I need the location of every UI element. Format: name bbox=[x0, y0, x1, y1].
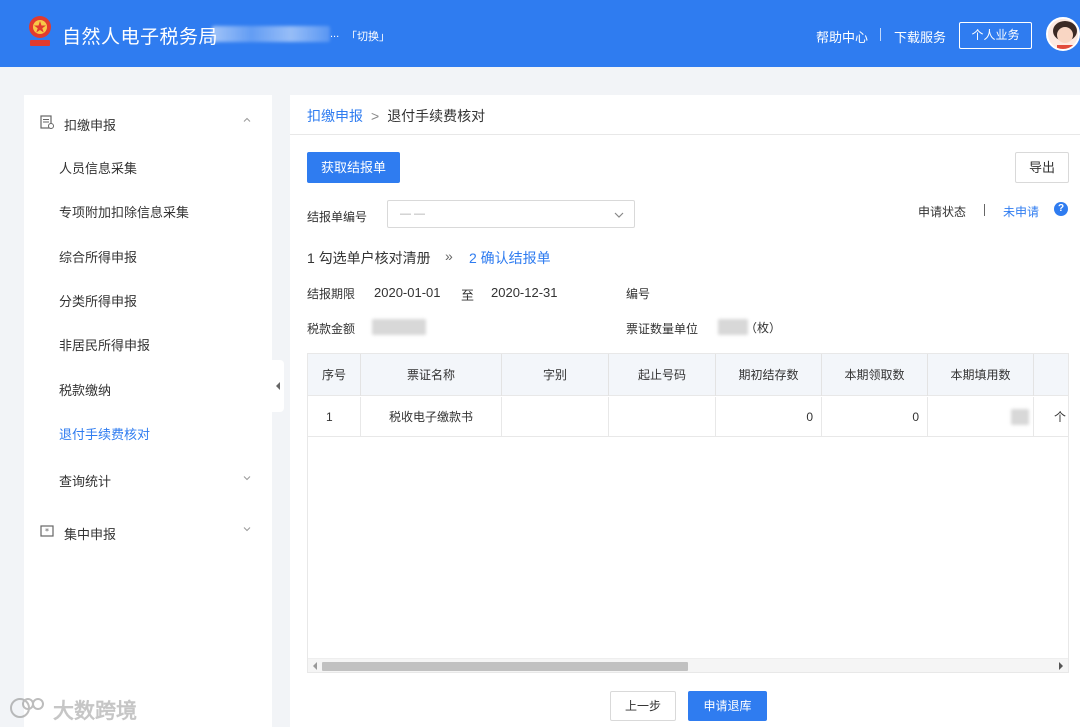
redacted-used-count bbox=[1011, 409, 1029, 425]
sidebar: 扣缴申报 人员信息采集 专项附加扣除信息采集 综合所得申报 分类所得申报 非居民… bbox=[24, 95, 272, 727]
previous-step-button[interactable]: 上一步 bbox=[610, 691, 676, 721]
chevron-down-icon bbox=[243, 476, 251, 481]
table-header: 序号 票证名称 字别 起止号码 期初结存数 本期领取数 本期填用数 bbox=[308, 354, 1068, 396]
download-service-link[interactable]: 下载服务 bbox=[894, 27, 946, 46]
help-center-link[interactable]: 帮助中心 bbox=[816, 27, 868, 46]
app-title: 自然人电子税务局 bbox=[62, 27, 219, 48]
main-panel: 扣缴申报 > 退付手续费核对 获取结报单 导出 结报单编号 — — 申请状态 未申请… bbox=[290, 95, 1080, 727]
cell-opening-balance: 0 bbox=[716, 397, 822, 437]
fetch-report-button[interactable]: 获取结报单 bbox=[307, 152, 400, 183]
col-number-range: 起止号码 bbox=[609, 354, 716, 396]
watermark-text: 大数跨境 bbox=[53, 700, 137, 723]
report-no-select[interactable]: — — bbox=[387, 200, 635, 228]
period-end: 2020-12-31 bbox=[491, 285, 558, 300]
chevron-up-icon bbox=[243, 117, 251, 122]
table-horizontal-scrollbar[interactable] bbox=[308, 658, 1068, 672]
chevron-down-icon bbox=[243, 527, 251, 532]
caret-left-icon bbox=[276, 382, 280, 390]
sidebar-group-label: 集中申报 bbox=[64, 527, 117, 542]
redacted-ticket-count bbox=[718, 319, 748, 335]
export-button[interactable]: 导出 bbox=[1015, 152, 1069, 183]
sidebar-item-fee-refund-check[interactable]: 退付手续费核对 bbox=[59, 424, 150, 443]
period-start: 2020-01-01 bbox=[374, 285, 441, 300]
cell-number-range bbox=[609, 397, 716, 437]
status-value[interactable]: 未申请 bbox=[1003, 203, 1039, 220]
breadcrumb-separator: > bbox=[371, 108, 380, 124]
sidebar-group-label: 扣缴申报 bbox=[64, 118, 117, 133]
step-1-label: 1 勾选单户核对清册 bbox=[307, 250, 431, 266]
sidebar-item-comprehensive-income[interactable]: 综合所得申报 bbox=[59, 247, 137, 266]
user-avatar[interactable] bbox=[1046, 17, 1080, 51]
table-row[interactable]: 1 税收电子缴款书 0 0 个 bbox=[308, 397, 1068, 437]
header-divider bbox=[880, 28, 881, 41]
sidebar-group-batch-declaration[interactable]: * 集中申报 bbox=[24, 507, 272, 551]
breadcrumb-divider bbox=[290, 134, 1080, 135]
status-divider bbox=[984, 204, 985, 216]
org-name-ellipsis: ... bbox=[330, 28, 340, 40]
cell-series bbox=[502, 397, 609, 437]
scrollbar-thumb[interactable] bbox=[322, 662, 688, 671]
col-used: 本期填用数 bbox=[928, 354, 1034, 396]
top-header: 自然人电子税务局 ... 「切换」 帮助中心 下载服务 个人业务 bbox=[0, 0, 1080, 67]
chevron-down-icon bbox=[614, 212, 624, 218]
col-ticket-name: 票证名称 bbox=[361, 354, 502, 396]
col-opening-balance: 期初结存数 bbox=[716, 354, 822, 396]
avatar-icon bbox=[1048, 19, 1078, 49]
personal-business-button[interactable]: 个人业务 bbox=[959, 22, 1032, 49]
sidebar-group-withholding[interactable]: 扣缴申报 bbox=[24, 98, 272, 142]
help-icon[interactable]: ? bbox=[1054, 202, 1068, 216]
col-received: 本期领取数 bbox=[822, 354, 928, 396]
apply-refund-button[interactable]: 申请退库 bbox=[688, 691, 767, 721]
ticket-unit-label: 票证数量单位 bbox=[626, 322, 699, 336]
sidebar-item-classified-income[interactable]: 分类所得申报 bbox=[59, 291, 137, 310]
scroll-left-icon[interactable] bbox=[312, 662, 318, 670]
sidebar-item-query-stats[interactable]: 查询统计 bbox=[59, 471, 111, 490]
breadcrumb: 扣缴申报 > 退付手续费核对 bbox=[307, 106, 485, 126]
col-seq: 序号 bbox=[308, 354, 361, 396]
sidebar-item-nonresident-income[interactable]: 非居民所得申报 bbox=[59, 335, 150, 354]
tax-emblem-logo bbox=[29, 16, 51, 46]
report-no-label: 结报单编号 bbox=[307, 210, 368, 224]
period-label: 结报期限 bbox=[307, 287, 356, 301]
cell-received: 0 bbox=[822, 397, 928, 437]
breadcrumb-current: 退付手续费核对 bbox=[387, 108, 486, 124]
scroll-right-icon[interactable] bbox=[1058, 662, 1064, 670]
sidebar-item-personnel-info[interactable]: 人员信息采集 bbox=[59, 158, 137, 177]
sidebar-collapse-handle[interactable] bbox=[272, 360, 284, 412]
redacted-tax-amount bbox=[372, 319, 426, 335]
step-arrow-icon: » bbox=[445, 248, 453, 264]
sidebar-item-special-deduction[interactable]: 专项附加扣除信息采集 bbox=[59, 202, 189, 221]
redacted-org-name bbox=[212, 26, 330, 42]
batch-icon: * bbox=[40, 525, 54, 537]
svg-text:*: * bbox=[45, 527, 49, 536]
number-label: 编号 bbox=[626, 287, 651, 301]
form-icon bbox=[40, 115, 54, 129]
watermark: 大数跨境 bbox=[8, 693, 143, 723]
tax-amount-label: 税款金额 bbox=[307, 322, 356, 336]
report-no-value: — — bbox=[400, 208, 426, 220]
cell-ticket-name: 税收电子缴款书 bbox=[361, 397, 502, 437]
col-series: 字别 bbox=[502, 354, 609, 396]
period-to: 至 bbox=[461, 288, 475, 303]
ticket-table: 序号 票证名称 字别 起止号码 期初结存数 本期领取数 本期填用数 1 税收电子… bbox=[307, 353, 1069, 673]
ticket-unit-value: （枚） bbox=[745, 321, 782, 335]
cell-seq: 1 bbox=[308, 397, 361, 437]
switch-link[interactable]: 「切换」 bbox=[346, 28, 390, 44]
col-unit bbox=[1034, 354, 1068, 396]
breadcrumb-parent-link[interactable]: 扣缴申报 bbox=[307, 108, 363, 124]
cell-unit: 个 bbox=[1054, 410, 1067, 424]
status-label: 申请状态 bbox=[918, 205, 967, 219]
sidebar-item-tax-payment[interactable]: 税款缴纳 bbox=[59, 380, 111, 399]
step-2-label[interactable]: 2 确认结报单 bbox=[469, 248, 551, 268]
